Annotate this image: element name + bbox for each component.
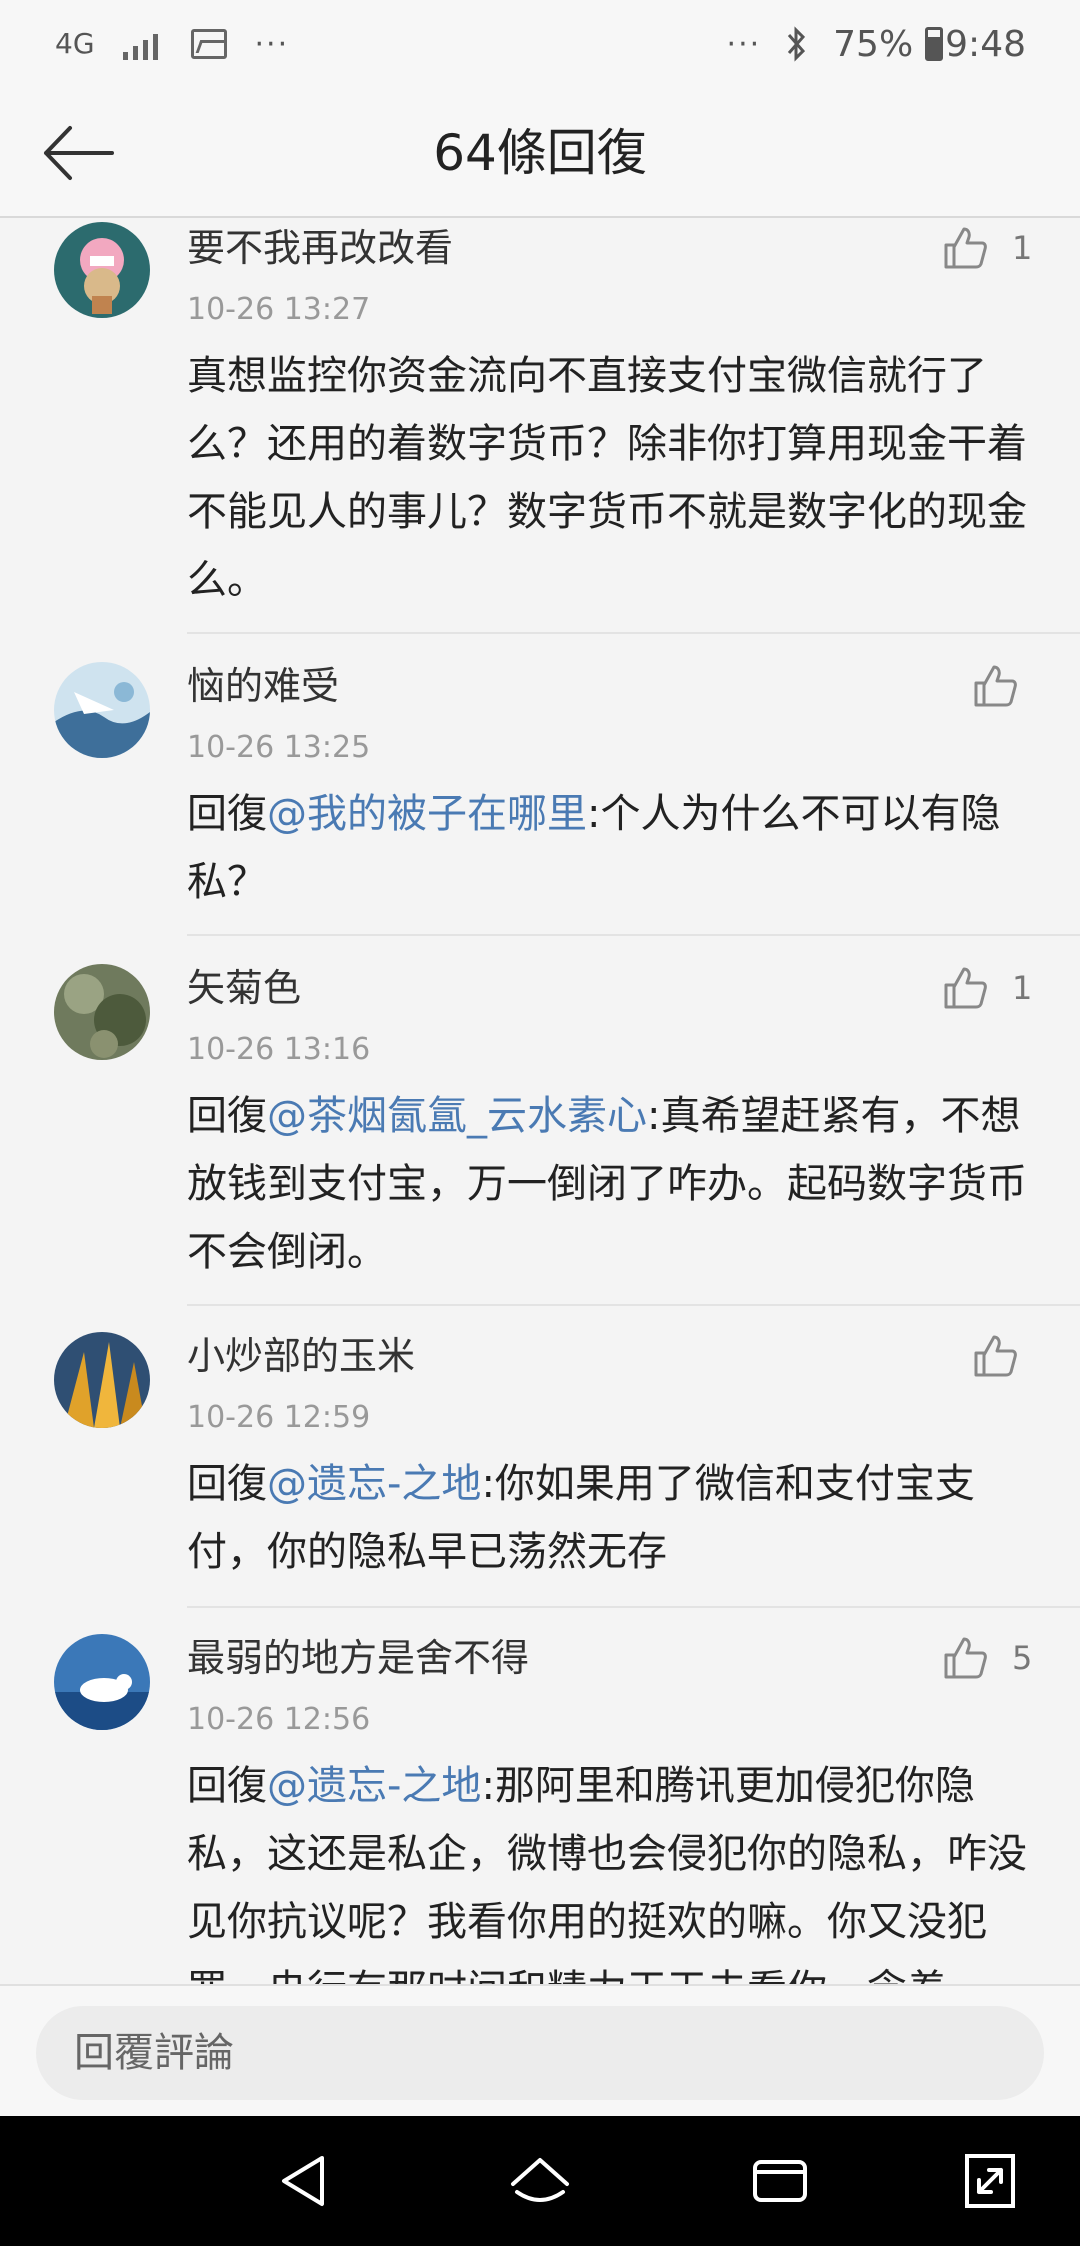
image-notification-icon	[190, 29, 227, 59]
like-button[interactable]	[970, 1331, 1020, 1381]
triangle-back-icon	[282, 2156, 324, 2206]
reply-prefix: 回復	[187, 1093, 267, 1139]
like-button[interactable]	[940, 963, 990, 1013]
recents-icon	[753, 2160, 807, 2202]
like-button[interactable]	[940, 223, 990, 273]
thumbs-up-icon	[944, 1637, 987, 1679]
thumbs-up-icon	[944, 227, 987, 269]
comment-time: 10-26 12:59	[187, 1400, 371, 1435]
mention-link[interactable]: @茶烟氤氲_云水素心	[267, 1093, 647, 1139]
comment-time: 10-26 13:16	[187, 1032, 371, 1067]
avatar[interactable]	[54, 222, 150, 318]
comment-time: 10-26 12:56	[187, 1702, 371, 1737]
home-icon	[511, 2158, 569, 2202]
comment-text: 回復@茶烟氤氲_云水素心:真希望赶紧有，不想放钱到支付宝，万一倒闭了咋办。起码数…	[187, 1082, 1037, 1286]
like-count: 1	[1012, 229, 1033, 267]
reply-bar	[0, 1984, 1080, 2116]
comment-author[interactable]: 要不我再改改看	[187, 223, 453, 273]
more-notifications-icon: ···	[254, 26, 290, 62]
system-navigation-bar	[0, 2116, 1080, 2246]
nav-home-button[interactable]	[505, 2146, 575, 2216]
comment-time: 10-26 13:25	[187, 730, 371, 765]
app-header: 64條回復	[0, 90, 1080, 218]
comment-text: 回復@遗忘-之地:那阿里和腾讯更加侵犯你隐私，这还是私企，微博也会侵犯你的隐私，…	[187, 1752, 1037, 1984]
page-title: 64條回復	[433, 124, 647, 182]
reply-comment-input[interactable]	[36, 2006, 1044, 2100]
expand-icon	[965, 2154, 1015, 2208]
bluetooth-icon	[785, 22, 809, 66]
comment-author[interactable]: 恼的难受	[187, 661, 339, 711]
comment-text: 回復@遗忘-之地:你如果用了微信和支付宝支付，你的隐私早已荡然无存	[187, 1450, 1037, 1586]
network-type: 4G	[55, 27, 95, 60]
comment-item: 最弱的地方是舍不得 5 10-26 12:56 回復@遗忘-之地:那阿里和腾讯更…	[0, 1608, 1080, 1984]
nav-expand-button[interactable]	[955, 2146, 1025, 2216]
mention-link[interactable]: @遗忘-之地	[267, 1763, 481, 1809]
reply-prefix: 回復	[187, 791, 267, 837]
comment-list[interactable]: 要不我再改改看 1 10-26 13:27 真想监控你资金流向不直接支付宝微信就…	[0, 218, 1080, 1984]
comment-item: 要不我再改改看 1 10-26 13:27 真想监控你资金流向不直接支付宝微信就…	[0, 218, 1080, 634]
like-count: 1	[1012, 969, 1033, 1007]
nav-recents-button[interactable]	[745, 2146, 815, 2216]
comment-time: 10-26 13:27	[187, 292, 371, 327]
like-count: 5	[1012, 1639, 1033, 1677]
thumbs-up-icon	[974, 1335, 1017, 1377]
avatar[interactable]	[54, 662, 150, 758]
comment-author[interactable]: 最弱的地方是舍不得	[187, 1633, 529, 1683]
clock: 9:48	[945, 23, 1026, 65]
like-button[interactable]	[940, 1633, 990, 1683]
comment-text: 真想监控你资金流向不直接支付宝微信就行了么？还用的着数字货币？除非你打算用现金干…	[187, 353, 1027, 603]
comment-item: 小炒部的玉米 10-26 12:59 回復@遗忘-之地:你如果用了微信和支付宝支…	[0, 1306, 1080, 1608]
battery-icon	[925, 27, 944, 61]
comment-author[interactable]: 矢菊色	[187, 963, 301, 1013]
battery-percent: 75%	[833, 23, 914, 65]
avatar[interactable]	[54, 1332, 150, 1428]
like-button[interactable]	[970, 661, 1020, 711]
thumbs-up-icon	[974, 665, 1017, 707]
status-bar: 4G ··· ··· 75% 9:48	[0, 0, 1080, 90]
avatar[interactable]	[54, 964, 150, 1060]
thumbs-up-icon	[944, 967, 987, 1009]
avatar[interactable]	[54, 1634, 150, 1730]
comment-text: 回復@我的被子在哪里:个人为什么不可以有隐私？	[187, 780, 1037, 916]
signal-icon	[122, 28, 163, 60]
comment-item: 恼的难受 10-26 13:25 回復@我的被子在哪里:个人为什么不可以有隐私？	[0, 634, 1080, 936]
mention-link[interactable]: @我的被子在哪里	[267, 791, 587, 837]
more-status-icon: ···	[726, 26, 762, 62]
comment-item: 矢菊色 1 10-26 13:16 回復@茶烟氤氲_云水素心:真希望赶紧有，不想…	[0, 936, 1080, 1306]
reply-prefix: 回復	[187, 1763, 267, 1809]
reply-prefix: 回復	[187, 1461, 267, 1507]
mention-link[interactable]: @遗忘-之地	[267, 1461, 481, 1507]
nav-back-button[interactable]	[270, 2146, 340, 2216]
comment-author[interactable]: 小炒部的玉米	[187, 1331, 415, 1381]
